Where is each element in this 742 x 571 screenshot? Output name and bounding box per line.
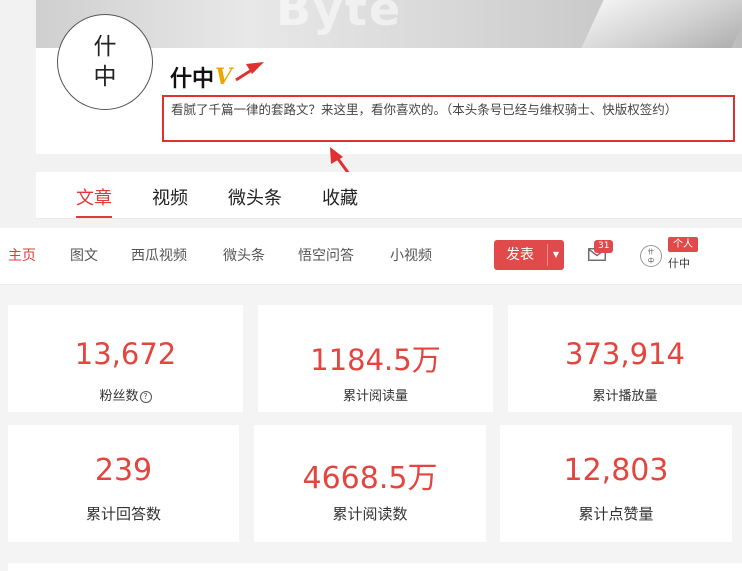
stat-value: 373,914 (565, 337, 685, 371)
stat-label: 累计点赞量 (578, 505, 654, 523)
nav-item-articles[interactable]: 图文 (70, 245, 98, 265)
username-row: 什中 V (170, 62, 232, 92)
stat-value: 13,672 (74, 337, 177, 371)
caret-down-icon[interactable]: ▼ (548, 240, 564, 270)
banner-decoration (575, 0, 742, 48)
stat-label: 粉丝数? (8, 385, 243, 404)
nav-item-micro-posts[interactable]: 微头条 (223, 245, 265, 265)
next-section-edge (8, 563, 742, 571)
stat-value: 1184.5万 (310, 343, 441, 377)
tab-articles[interactable]: 文章 (76, 184, 112, 210)
question-circle-icon[interactable]: ? (139, 391, 152, 403)
nav-item-home[interactable]: 主页 (8, 245, 36, 265)
stat-card-total-reads: 1184.5万 累计阅读量 (258, 305, 493, 412)
tab-videos[interactable]: 视频 (152, 184, 188, 210)
nav-item-short-video[interactable]: 小视频 (390, 245, 432, 265)
user-avatar[interactable]: 什 中 (640, 245, 662, 267)
stat-label-text: 粉丝数 (99, 389, 139, 404)
stat-label: 累计回答数 (85, 505, 161, 523)
avatar-char-1: 什 (93, 34, 117, 60)
stat-value: 239 (94, 453, 153, 488)
stat-card-total-likes: 12,803 累计点赞量 (500, 425, 732, 542)
avatar-char-2: 中 (93, 64, 117, 90)
stat-label: 累计阅读数 (332, 505, 408, 523)
banner-watermark: Byte (276, 0, 403, 36)
stat-value: 4668.5万 (302, 461, 438, 496)
nav-avatar-char-2: 中 (647, 258, 654, 265)
stat-card-followers: 13,672 粉丝数? (8, 305, 243, 412)
nav-item-xigua-video[interactable]: 西瓜视频 (131, 245, 187, 265)
stat-label: 累计播放量 (592, 389, 658, 404)
nav-username[interactable]: 什中 (668, 255, 690, 271)
active-tab-underline (76, 216, 112, 218)
content-tabs: 文章 视频 微头条 收藏 (36, 172, 742, 219)
tab-micro-posts[interactable]: 微头条 (228, 184, 282, 210)
account-type-badge: 个人 (668, 237, 698, 252)
nav-avatar-char-1: 什 (647, 249, 654, 256)
publish-button-label: 发表 (506, 247, 534, 263)
stat-label: 累计阅读量 (342, 389, 408, 404)
profile-avatar[interactable]: 什 中 (57, 14, 153, 110)
stat-card-total-plays: 373,914 累计播放量 (508, 305, 742, 412)
stat-card-total-read-count: 4668.5万 累计阅读数 (254, 425, 486, 542)
top-navbar: 主页 图文 西瓜视频 微头条 悟空问答 小视频 发表 ▼ 31 什 中 个人 什… (0, 228, 742, 285)
mail-count-badge: 31 (594, 240, 614, 253)
stat-card-total-answers: 239 累计回答数 (8, 425, 239, 542)
profile-bio: 看腻了千篇一律的套路文？来这里，看你喜欢的。（本头条号已经与维权骑士、快版权签约… (162, 95, 735, 142)
tab-favorites[interactable]: 收藏 (322, 184, 358, 210)
stat-value: 12,803 (563, 453, 669, 488)
profile-header: Byte 什 中 什中 V 看腻了千篇一律的套路文？来这里，看你喜欢的。（本头条… (0, 0, 742, 228)
verified-badge-icon: V (215, 64, 233, 90)
profile-username: 什中 (170, 67, 215, 92)
publish-button[interactable]: 发表 ▼ (494, 240, 564, 270)
nav-item-wukong-qa[interactable]: 悟空问答 (298, 245, 354, 265)
